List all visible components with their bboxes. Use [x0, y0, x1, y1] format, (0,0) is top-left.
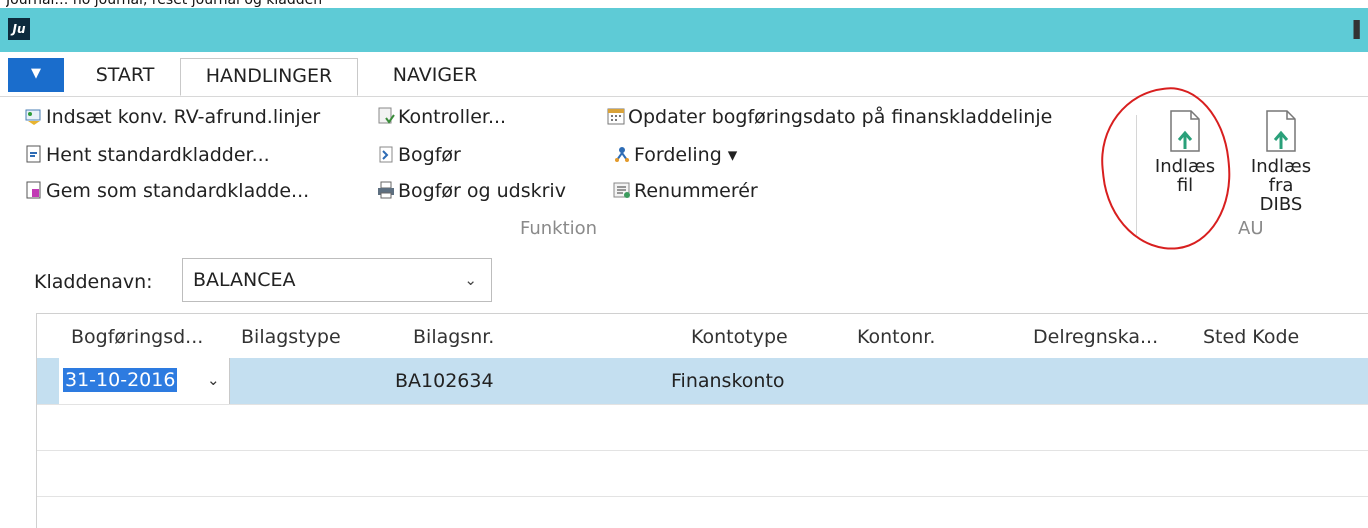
- image-caption: Journal… no journal, reset journal og kl…: [6, 0, 323, 8]
- document-no-cell[interactable]: BA102634: [395, 370, 494, 392]
- save-as-standard-journal-button[interactable]: Gem som standardkladde...: [24, 177, 309, 205]
- column-header-account-no[interactable]: Kontonr.: [857, 326, 935, 348]
- app-logo-icon: Ju: [8, 18, 30, 40]
- tab-naviger[interactable]: NAVIGER: [370, 58, 500, 92]
- table-row[interactable]: 31-10-2016 ⌄ BA102634 Finanskonto: [37, 358, 1368, 405]
- import-from-dibs-button[interactable]: Indlæs fra DIBS: [1236, 109, 1326, 214]
- journal-name-value: BALANCEA: [193, 269, 296, 291]
- post-button[interactable]: Bogfør: [376, 141, 461, 169]
- ribbon-item-label: Gem som standardkladde...: [46, 180, 310, 202]
- ribbon-item-label: Fordeling ▾: [634, 144, 738, 166]
- ribbon-item-label: Opdater bogføringsdato på finanskladdeli…: [628, 106, 1053, 128]
- column-header-account-type[interactable]: Kontotype: [691, 326, 788, 348]
- journal-lines-grid: Bogføringsd... Bilagstype Bilagsnr. Kont…: [36, 313, 1368, 528]
- big-button-label-line1: Indlæs fra: [1250, 156, 1312, 196]
- update-posting-date-button[interactable]: Opdater bogføringsdato på finanskladdeli…: [606, 103, 1052, 131]
- ribbon-item-label: Kontroller...: [398, 106, 507, 128]
- grid-header: Bogføringsd... Bilagstype Bilagsnr. Kont…: [37, 314, 1368, 358]
- title-bar: Ju ▌: [0, 8, 1368, 52]
- window-edge: ▌: [1353, 20, 1366, 39]
- tab-handlinger[interactable]: HANDLINGER: [180, 58, 358, 96]
- column-header-posting-date[interactable]: Bogføringsd...: [71, 326, 203, 348]
- allocation-dropdown-button[interactable]: Fordeling ▾: [612, 141, 737, 169]
- get-standard-journals-button[interactable]: Hent standardkladder...: [24, 141, 270, 169]
- check-button[interactable]: Kontroller...: [376, 103, 506, 131]
- row-selector[interactable]: [37, 358, 59, 404]
- posting-date-cell[interactable]: 31-10-2016 ⌄: [37, 358, 230, 404]
- document-save-icon: [26, 181, 41, 199]
- account-type-cell[interactable]: Finanskonto: [671, 370, 785, 392]
- ribbon-item-label: Bogfør: [398, 144, 461, 166]
- column-header-document-type[interactable]: Bilagstype: [241, 326, 341, 348]
- chevron-down-icon[interactable]: ⌄: [207, 371, 220, 389]
- column-header-location-code[interactable]: Sted Kode: [1203, 326, 1299, 348]
- tab-start[interactable]: START: [80, 58, 170, 92]
- journal-name-select[interactable]: BALANCEA ⌄: [182, 258, 492, 302]
- renumber-icon: [613, 182, 630, 198]
- journal-name-label: Kladdenavn:: [34, 271, 153, 293]
- posting-date-value[interactable]: 31-10-2016: [63, 368, 178, 392]
- table-row[interactable]: [37, 404, 1368, 451]
- application-menu-button[interactable]: ▼: [8, 58, 64, 92]
- group-label-au: AU: [1238, 218, 1264, 239]
- column-header-document-no[interactable]: Bilagsnr.: [413, 326, 494, 348]
- insert-lines-icon: [25, 109, 41, 125]
- ribbon-item-label: Hent standardkladder...: [46, 144, 270, 166]
- ribbon-item-label: Renummerér: [634, 180, 758, 202]
- column-header-subledger[interactable]: Delregnska...: [1033, 326, 1158, 348]
- table-row[interactable]: [37, 450, 1368, 497]
- chevron-down-icon: ▼: [31, 66, 41, 81]
- renumber-button[interactable]: Renummerér: [612, 177, 758, 205]
- post-icon: [379, 146, 393, 163]
- ribbon-item-label: Indsæt konv. RV-afrund.linjer: [46, 106, 321, 128]
- group-label-funktion: Funktion: [520, 218, 598, 239]
- allocation-icon: [615, 147, 629, 162]
- calendar-icon: [607, 108, 625, 125]
- check-document-icon: [378, 107, 395, 124]
- big-button-label-line2: DIBS: [1259, 194, 1303, 215]
- ribbon-item-label: Bogfør og udskriv: [398, 180, 566, 202]
- insert-rounding-lines-button[interactable]: Indsæt konv. RV-afrund.linjer: [24, 103, 320, 131]
- post-and-print-button[interactable]: Bogfør og udskriv: [376, 177, 566, 205]
- printer-icon: [378, 181, 394, 199]
- document-get-icon: [26, 145, 41, 163]
- chevron-down-icon: ⌄: [464, 271, 477, 289]
- file-import-icon: [1266, 110, 1296, 152]
